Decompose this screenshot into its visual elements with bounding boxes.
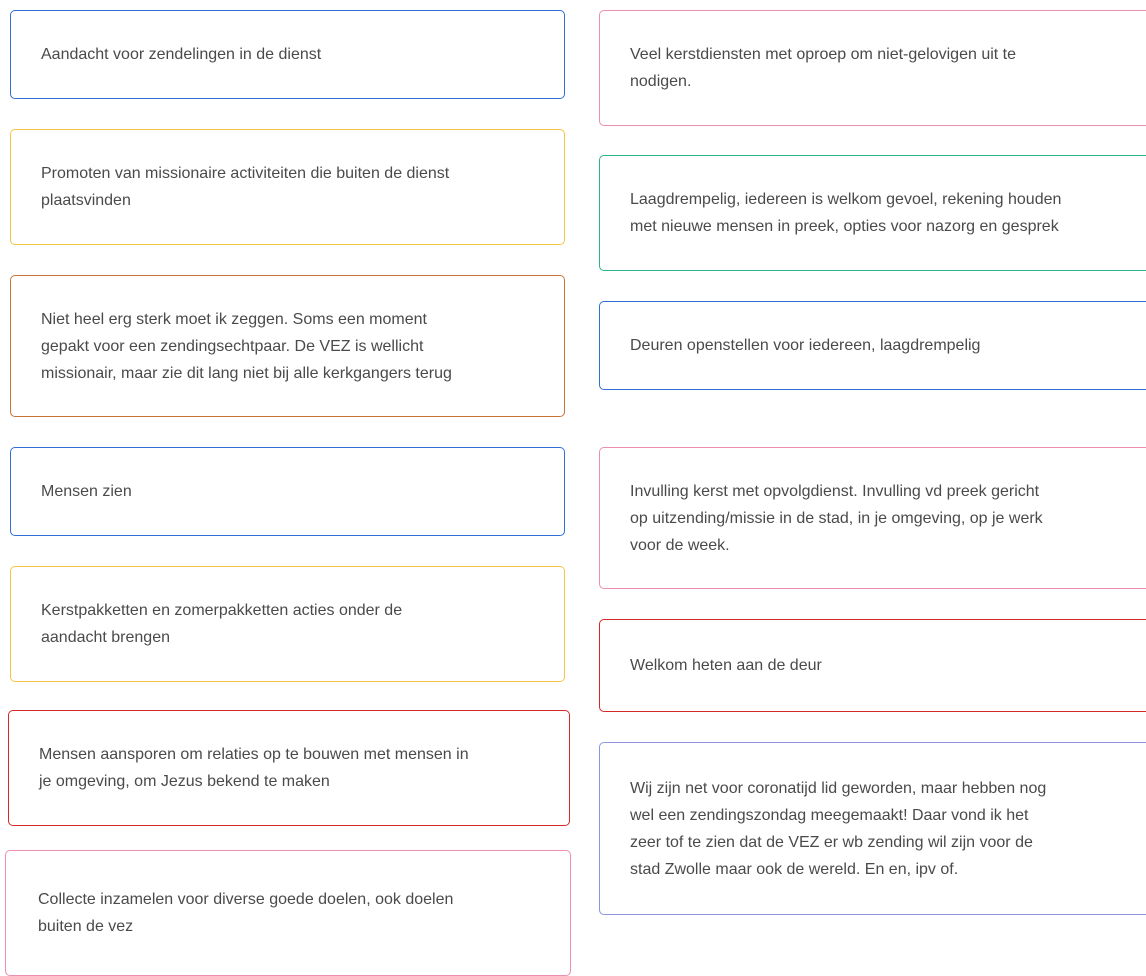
response-text: Promoten van missionaire activiteiten di… <box>41 165 450 209</box>
response-card[interactable]: Kerstpakketten en zomerpakketten acties … <box>10 566 565 682</box>
response-card[interactable]: Promoten van missionaire activiteiten di… <box>10 129 565 245</box>
response-text: Veel kerstdiensten met oproep om niet-ge… <box>630 46 1017 90</box>
response-text: Collecte inzamelen voor diverse goede do… <box>38 891 454 935</box>
response-text: Welkom heten aan de deur <box>630 657 822 674</box>
response-text: Mensen zien <box>41 483 132 500</box>
response-card[interactable]: Welkom heten aan de deur <box>599 619 1146 712</box>
response-text: Mensen aansporen om relaties op te bouwe… <box>39 746 469 790</box>
response-card[interactable]: Deuren openstellen voor iedereen, laagdr… <box>599 301 1146 390</box>
response-card[interactable]: Aandacht voor zendelingen in de dienst <box>10 10 565 99</box>
response-text: Aandacht voor zendelingen in de dienst <box>41 46 322 63</box>
response-text: Wij zijn net voor coronatijd lid geworde… <box>630 779 1047 878</box>
response-card[interactable]: Veel kerstdiensten met oproep om niet-ge… <box>599 10 1146 126</box>
response-card[interactable]: Mensen aansporen om relaties op te bouwe… <box>8 710 570 826</box>
response-text: Niet heel erg sterk moet ik zeggen. Soms… <box>41 310 452 382</box>
response-text: Deuren openstellen voor iedereen, laagdr… <box>630 337 981 354</box>
response-card[interactable]: Collecte inzamelen voor diverse goede do… <box>5 850 571 976</box>
response-card[interactable]: Wij zijn net voor coronatijd lid geworde… <box>599 742 1146 915</box>
response-card[interactable]: Mensen zien <box>10 447 565 536</box>
response-card[interactable]: Niet heel erg sterk moet ik zeggen. Soms… <box>10 275 565 417</box>
response-text: Kerstpakketten en zomerpakketten acties … <box>41 602 403 646</box>
response-text: Laagdrempelig, iedereen is welkom gevoel… <box>630 191 1062 235</box>
response-text: Invulling kerst met opvolgdienst. Invull… <box>630 482 1043 554</box>
response-card[interactable]: Invulling kerst met opvolgdienst. Invull… <box>599 447 1146 589</box>
response-card[interactable]: Laagdrempelig, iedereen is welkom gevoel… <box>599 155 1146 271</box>
